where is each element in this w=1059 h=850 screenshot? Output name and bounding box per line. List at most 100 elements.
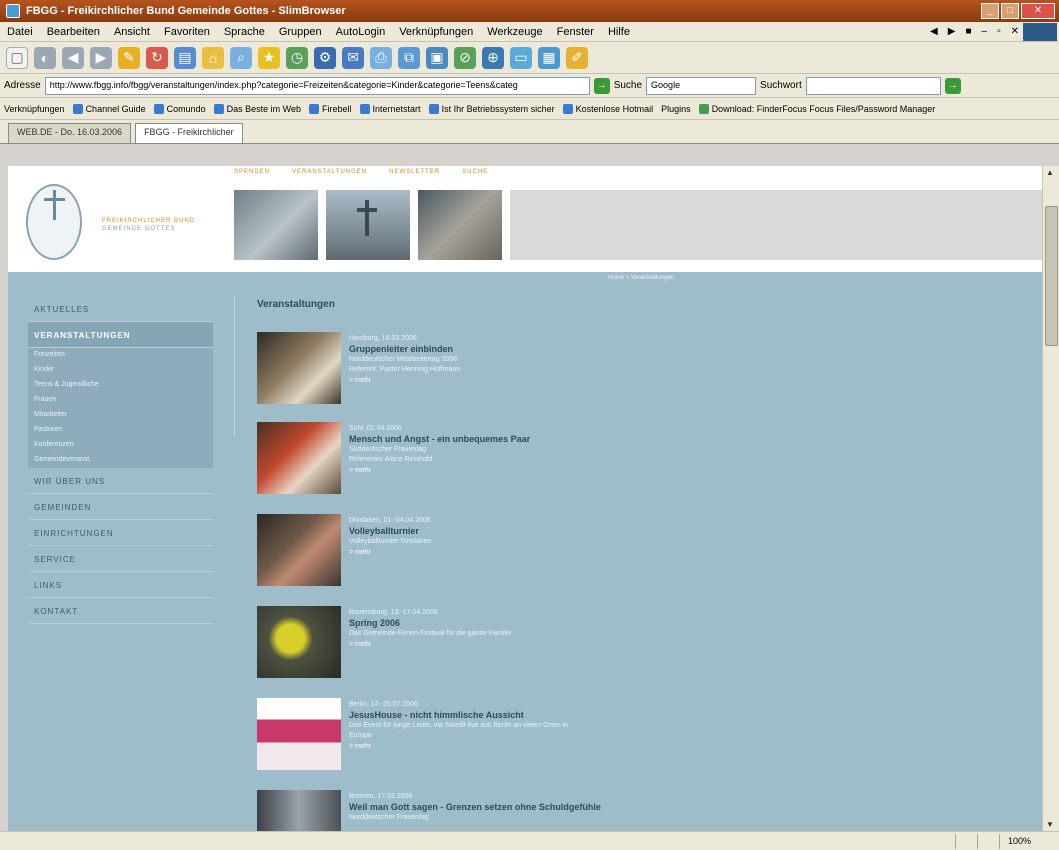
search-engine-select[interactable]: Google xyxy=(646,76,757,95)
event-more-link[interactable]: > mehr xyxy=(349,465,849,476)
event-thumbnail[interactable] xyxy=(257,698,341,770)
site-logo-icon[interactable] xyxy=(26,184,82,260)
forward-icon[interactable]: ▶ xyxy=(90,46,112,69)
subnav-konferenzen[interactable]: Konferenzen xyxy=(28,438,213,453)
menu-language[interactable]: Sprache xyxy=(217,26,272,38)
brush-icon[interactable]: ✐ xyxy=(566,46,588,69)
event-title[interactable]: JesusHouse - nicht himmlische Aussicht xyxy=(349,710,849,721)
link-item[interactable]: Comundo xyxy=(153,103,206,114)
subnav-kinder[interactable]: Kinder xyxy=(28,363,213,378)
history-icon[interactable]: ◷ xyxy=(286,46,308,69)
vertical-scrollbar[interactable]: ▲ ▼ xyxy=(1042,166,1059,831)
window-icon[interactable]: ▭ xyxy=(510,46,532,69)
nav-gemeinden[interactable]: GEMEINDEN xyxy=(28,494,213,520)
home-icon[interactable]: ⌂ xyxy=(202,46,224,69)
tab-restore-icon[interactable]: ▫ xyxy=(997,26,1001,37)
tab-fbgg[interactable]: FBGG - Freikirchlicher xyxy=(135,123,243,143)
close-icon[interactable]: ✕ xyxy=(1021,3,1055,19)
nav-aktuelles[interactable]: AKTUELLES xyxy=(28,296,213,322)
zoom-icon[interactable]: ⊕ xyxy=(482,46,504,69)
stop-icon[interactable]: ◐ xyxy=(34,46,56,69)
maximize-icon[interactable]: □ xyxy=(1001,3,1019,19)
tab-list-icon[interactable]: ■ xyxy=(965,26,971,37)
save-icon[interactable]: ▣ xyxy=(426,46,448,69)
new-page-icon[interactable]: ▢ xyxy=(6,46,28,69)
search-go-button[interactable]: → xyxy=(944,77,961,94)
link-item[interactable]: Download: FinderFocus Focus Files/Passwo… xyxy=(698,103,935,114)
tab-webde[interactable]: WEB.DE - Do. 16.03.2006 xyxy=(8,123,132,143)
menu-edit[interactable]: Bearbeiten xyxy=(40,26,107,38)
popup-blocker-icon[interactable]: ⊘ xyxy=(454,46,476,69)
link-item[interactable]: Plugins xyxy=(661,104,691,114)
event-title[interactable]: Spring 2006 xyxy=(349,618,849,629)
subnav-freizeiten[interactable]: Freizeiten xyxy=(28,348,213,363)
menu-groups[interactable]: Gruppen xyxy=(272,26,329,38)
event-title[interactable]: Weil man Gott sagen - Grenzen setzen ohn… xyxy=(349,802,849,813)
link-item[interactable]: Das Beste im Web xyxy=(213,103,301,114)
back-icon[interactable]: ◀ xyxy=(62,46,84,69)
topnav-newsletter[interactable]: NEWSLETTER xyxy=(389,169,440,175)
event-thumbnail[interactable] xyxy=(257,514,341,586)
menu-tools[interactable]: Werkzeuge xyxy=(480,26,549,38)
link-item[interactable]: Firebell xyxy=(309,103,352,114)
print-icon[interactable]: ⎙ xyxy=(370,46,392,69)
search-input[interactable] xyxy=(805,76,941,95)
go-button[interactable]: → xyxy=(593,77,610,94)
mail-icon[interactable]: ✉ xyxy=(342,46,364,69)
event-more-link[interactable]: > mehr xyxy=(349,375,849,386)
tab-prev-icon[interactable]: ◀ xyxy=(930,26,938,37)
subnav-teens[interactable]: Teens & Jugendliche xyxy=(28,378,213,393)
tab-next-icon[interactable]: ▶ xyxy=(948,26,956,37)
event-title[interactable]: Gruppenleiter einbinden xyxy=(349,344,849,355)
copy-icon[interactable]: ⧉ xyxy=(398,46,420,69)
nav-links[interactable]: LINKS xyxy=(28,572,213,598)
tab-minimize-icon[interactable]: – xyxy=(982,26,988,37)
link-item[interactable]: Kostenlose Hotmail xyxy=(562,103,653,114)
subnav-frauen[interactable]: Frauen xyxy=(28,393,213,408)
event-thumbnail[interactable] xyxy=(257,606,341,678)
scroll-up-icon[interactable]: ▲ xyxy=(1046,168,1054,177)
subnav-gemeindeveranstaltungen[interactable]: Gemeindeveranst. xyxy=(28,453,213,468)
event-more-link[interactable]: > mehr xyxy=(349,741,849,752)
page-icon[interactable]: ▤ xyxy=(174,46,196,69)
menu-autologin[interactable]: AutoLogin xyxy=(329,26,393,38)
menu-view[interactable]: Ansicht xyxy=(107,26,157,38)
link-item[interactable]: Ist Ihr Betriebssystem sicher xyxy=(428,103,555,114)
menu-window[interactable]: Fenster xyxy=(550,26,601,38)
event-thumbnail[interactable] xyxy=(257,790,341,831)
topnav-search[interactable]: SUCHE xyxy=(462,169,488,175)
nav-service[interactable]: SERVICE xyxy=(28,546,213,572)
event-thumbnail[interactable] xyxy=(257,332,341,404)
menu-shortcuts[interactable]: Verknüpfungen xyxy=(392,26,480,38)
edit-icon[interactable]: ✎ xyxy=(118,46,140,69)
zoom-level[interactable]: 100% xyxy=(998,833,1039,849)
menu-favorites[interactable]: Favoriten xyxy=(157,26,217,38)
event-thumbnail[interactable] xyxy=(257,422,341,494)
menu-file[interactable]: Datei xyxy=(0,26,40,38)
tools-icon[interactable]: ⚙ xyxy=(314,46,336,69)
scrollbar-thumb[interactable] xyxy=(1045,206,1058,346)
breadcrumb[interactable]: Home > Veranstaltungen xyxy=(608,275,674,281)
nav-wir-ueber-uns[interactable]: WIR ÜBER UNS xyxy=(28,468,213,494)
scroll-down-icon[interactable]: ▼ xyxy=(1046,820,1054,829)
url-input[interactable]: http://www.fbgg.info/fbgg/veranstaltunge… xyxy=(44,76,590,95)
favorites-star-icon[interactable]: ★ xyxy=(258,46,280,69)
subnav-mitarbeiter[interactable]: Mitarbeiter xyxy=(28,408,213,423)
event-more-link[interactable]: > mehr xyxy=(349,639,849,650)
subnav-pastoren[interactable]: Pastoren xyxy=(28,423,213,438)
refresh-icon[interactable]: ↻ xyxy=(146,46,168,69)
menu-help[interactable]: Hilfe xyxy=(601,26,637,38)
tab-close-icon[interactable]: ✕ xyxy=(1011,26,1019,37)
topnav-events[interactable]: VERANSTALTUNGEN xyxy=(292,169,367,175)
event-title[interactable]: Volleyballturnier xyxy=(349,526,849,537)
event-title[interactable]: Mensch und Angst - ein unbequemes Paar xyxy=(349,434,849,445)
nav-einrichtungen[interactable]: EINRICHTUNGEN xyxy=(28,520,213,546)
topnav-donate[interactable]: SPENDEN xyxy=(234,169,270,175)
search-icon[interactable]: ⌕ xyxy=(230,46,252,69)
nav-veranstaltungen[interactable]: VERANSTALTUNGEN xyxy=(28,322,213,348)
nav-kontakt[interactable]: KONTAKT xyxy=(28,598,213,624)
event-more-link[interactable]: > mehr xyxy=(349,547,849,558)
minimize-icon[interactable]: _ xyxy=(981,3,999,19)
tile-icon[interactable]: ▦ xyxy=(538,46,560,69)
link-item[interactable]: Channel Guide xyxy=(72,103,146,114)
